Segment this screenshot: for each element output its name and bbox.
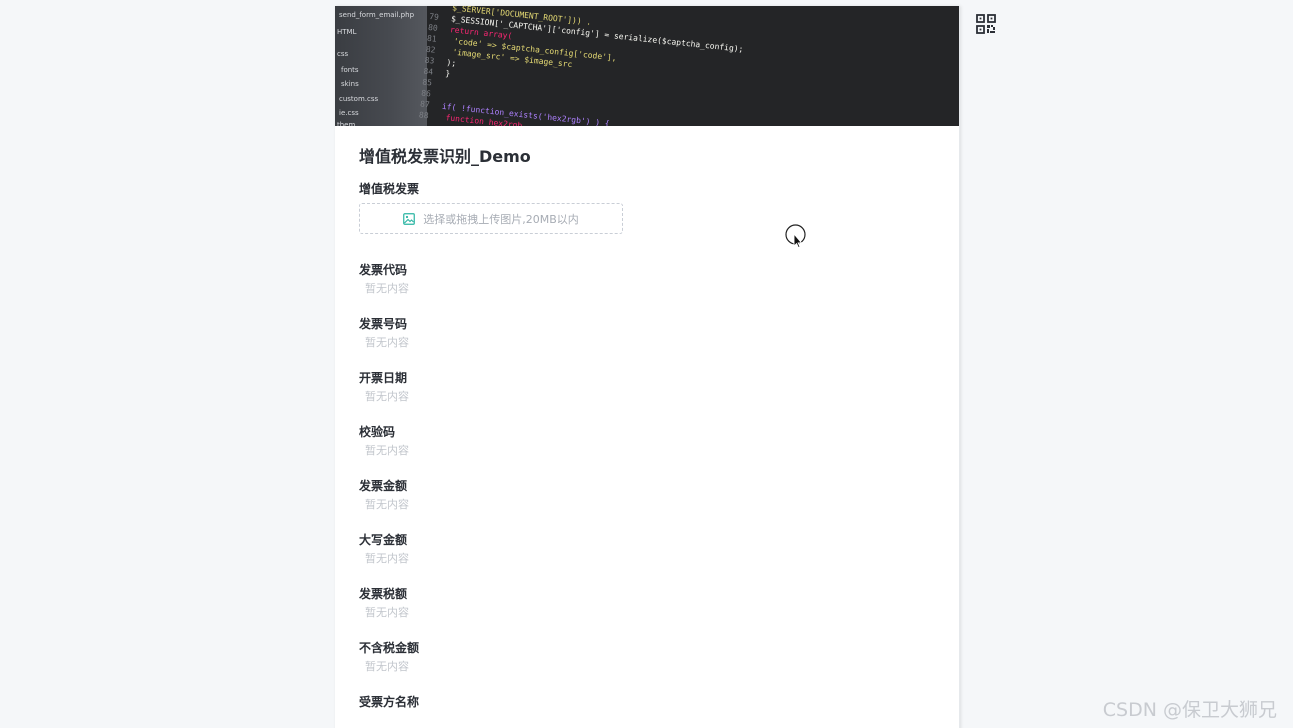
image-icon — [403, 212, 416, 225]
field-value: 暂无内容 — [365, 444, 409, 457]
mouse-cursor-icon — [785, 224, 807, 250]
banner-sidebar-file: send_form_email.php — [339, 11, 415, 19]
field-label: 发票税额 — [359, 587, 408, 601]
page: send_form_email.php HTML css fonts skins… — [0, 0, 1293, 728]
field-value: 暂无内容 — [365, 390, 409, 403]
image-upload-dropzone[interactable]: 选择或拖拽上传图片,20MB以内 — [359, 203, 623, 234]
field-invoice-amount: 发票金额 暂无内容 — [359, 477, 935, 515]
header-banner-image: send_form_email.php HTML css fonts skins… — [335, 6, 959, 126]
banner-sidebar-file: custom.css — [339, 95, 379, 103]
field-amount-excluding-tax: 不含税金额 暂无内容 — [359, 639, 935, 677]
form-panel: send_form_email.php HTML css fonts skins… — [335, 6, 960, 728]
field-label: 受票方名称 — [359, 695, 420, 709]
banner-sidebar-file: skins — [341, 80, 359, 88]
field-label: 开票日期 — [359, 371, 408, 385]
field-tax-amount: 发票税额 暂无内容 — [359, 585, 935, 623]
field-label: 发票金额 — [359, 479, 408, 493]
field-check-code: 校验码 暂无内容 — [359, 423, 935, 461]
field-invoice-code: 发票代码 暂无内容 — [359, 261, 935, 299]
field-label: 校验码 — [359, 425, 396, 439]
banner-sidebar-file: ie.css — [339, 109, 359, 117]
field-value: 暂无内容 — [365, 606, 409, 619]
field-label: 不含税金额 — [359, 641, 420, 655]
banner-code-line: } — [444, 68, 451, 79]
field-value: 暂无内容 — [365, 336, 409, 349]
field-value: 暂无内容 — [365, 282, 409, 295]
qr-code-icon[interactable] — [976, 14, 996, 34]
banner-code-text: $_SERVER['DOCUMENT_ROOT'])) . 79 $_SESSIO… — [416, 6, 959, 126]
result-fields: 发票代码 暂无内容 发票号码 暂无内容 开票日期 暂无内容 校验码 暂无内容 发… — [359, 261, 935, 711]
field-label: 发票代码 — [359, 263, 408, 277]
field-invoice-date: 开票日期 暂无内容 — [359, 369, 935, 407]
banner-code-line: ); — [446, 57, 457, 68]
field-buyer-name: 受票方名称 — [359, 693, 935, 711]
field-value: 暂无内容 — [365, 552, 409, 565]
upload-placeholder: 选择或拖拽上传图片,20MB以内 — [423, 212, 579, 226]
banner-editor-sidebar: send_form_email.php HTML css fonts skins… — [335, 6, 427, 126]
banner-sidebar-file: them — [337, 121, 356, 126]
watermark-text: CSDN @保卫大狮兄 — [1102, 699, 1277, 721]
field-invoice-number: 发票号码 暂无内容 — [359, 315, 935, 353]
field-value: 暂无内容 — [365, 498, 409, 511]
field-label: 大写金额 — [359, 533, 408, 547]
field-amount-in-words: 大写金额 暂无内容 — [359, 531, 935, 569]
banner-sidebar-file: css — [337, 50, 349, 58]
form-title: 增值税发票识别_Demo — [359, 147, 531, 166]
field-label: 发票号码 — [359, 317, 408, 331]
upload-field: 增值税发票 选择或拖拽上传图片,20MB以内 — [359, 180, 935, 234]
upload-label: 增值税发票 — [359, 182, 420, 196]
banner-sidebar-file: fonts — [341, 66, 359, 74]
form-content: 增值税发票识别_Demo 增值税发票 选择或拖拽上传图片,20MB以内 发票代码… — [335, 146, 959, 711]
banner-sidebar-file: HTML — [337, 28, 357, 36]
field-value: 暂无内容 — [365, 660, 409, 673]
